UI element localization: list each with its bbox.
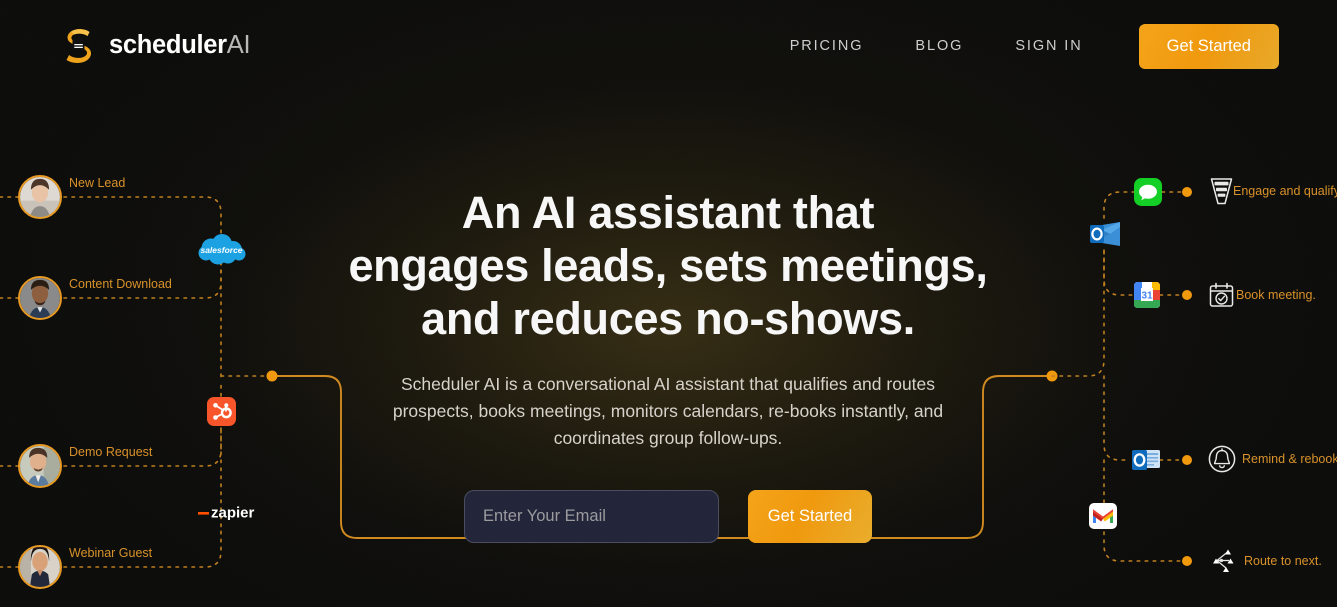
route-branch-icon	[1209, 547, 1236, 579]
flow-line-right-trunk-down	[1103, 375, 1131, 461]
svg-text:31: 31	[1141, 291, 1153, 302]
nav-link-pricing[interactable]: PRICING	[764, 23, 890, 69]
flow-dot-book	[1182, 290, 1192, 300]
flow-dot-route	[1182, 556, 1192, 566]
brand-name-accent: AI	[226, 30, 251, 59]
flow-line-sms	[1103, 191, 1136, 219]
flow-label-engage-and-qualify: Engage and qualify.	[1233, 184, 1337, 198]
bell-circle-icon	[1208, 445, 1236, 478]
flow-line-gcal	[1103, 249, 1133, 296]
flow-label-book-meeting: Book meeting.	[1236, 288, 1316, 302]
funnel-icon	[1210, 177, 1233, 211]
flow-label-new-lead: New Lead	[69, 176, 126, 190]
flow-dot-remind	[1182, 455, 1192, 465]
flow-label-demo-request: Demo Request	[69, 445, 153, 459]
landing-page: schedulerAI PRICING BLOG SIGN IN Get Sta…	[0, 0, 1337, 607]
hubspot-logo	[207, 397, 236, 431]
gmail-logo	[1089, 503, 1117, 534]
page-title: An AI assistant that engages leads, sets…	[348, 187, 988, 344]
outlook-logo	[1089, 219, 1121, 254]
flow-label-webinar-guest: Webinar Guest	[69, 546, 153, 560]
avatar-content-download	[18, 276, 62, 320]
salesforce-logo: salesforce	[197, 234, 246, 271]
calendar-check-icon	[1209, 282, 1234, 313]
nav-link-sign-in[interactable]: SIGN IN	[989, 23, 1108, 69]
avatar-webinar-guest	[18, 545, 62, 589]
flow-node-right	[1046, 370, 1058, 382]
sms-message-logo	[1134, 178, 1162, 211]
flow-dot-engage	[1182, 187, 1192, 197]
brand-name: schedulerAI	[109, 30, 251, 60]
hero-subtext: Scheduler AI is a conversational AI assi…	[392, 374, 944, 448]
header-get-started-button[interactable]: Get Started	[1138, 23, 1279, 69]
site-header: schedulerAI PRICING BLOG SIGN IN Get Sta…	[0, 0, 1337, 92]
brand-logo-link[interactable]: schedulerAI	[58, 25, 251, 65]
main-nav: PRICING BLOG SIGN IN Get Started	[764, 23, 1279, 69]
svg-text:zapier: zapier	[211, 505, 255, 521]
outlook-calendar-logo	[1131, 446, 1161, 479]
hero-section: An AI assistant that engages leads, sets…	[341, 186, 995, 543]
hero-get-started-button[interactable]: Get Started	[748, 490, 872, 543]
scheduler-s-calendar-logo	[58, 25, 98, 65]
svg-text:salesforce: salesforce	[200, 245, 242, 255]
avatar-new-lead	[18, 175, 62, 219]
flow-node-left	[266, 370, 278, 382]
zapier-logo: zapier	[198, 503, 260, 525]
nav-link-blog[interactable]: BLOG	[889, 23, 989, 69]
flow-line-right-trunk	[1051, 249, 1105, 377]
flow-label-content-download: Content Download	[69, 277, 172, 291]
email-field[interactable]	[464, 490, 719, 543]
flow-label-route-to-next: Route to next.	[1244, 554, 1322, 568]
google-calendar-logo: 31	[1133, 281, 1161, 314]
signup-form: Get Started	[341, 490, 995, 543]
flow-label-remind-and-rebook: Remind & rebook	[1242, 452, 1337, 466]
avatar-demo-request	[18, 444, 62, 488]
brand-name-main: scheduler	[109, 30, 227, 59]
